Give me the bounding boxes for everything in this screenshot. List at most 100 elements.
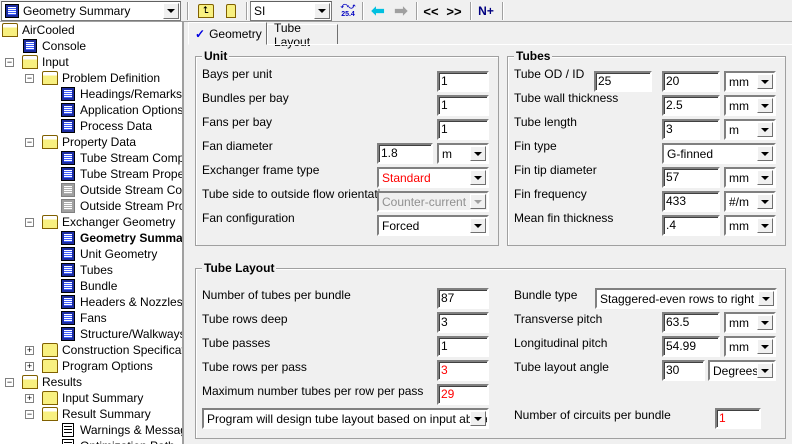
longitudinal-pitch-input[interactable]: 54.99 [662, 336, 720, 357]
fan-configuration-select[interactable]: Forced [377, 215, 489, 236]
frame-type-select[interactable]: Standard [377, 167, 489, 188]
tube-passes-input[interactable]: 1 [437, 336, 489, 357]
tree-item-structure-walkways[interactable]: Structure/Walkways [60, 326, 182, 342]
tree-item-problem-definition[interactable]: Problem Definition [42, 70, 160, 86]
longitudinal-pitch-unit-select[interactable]: mm [724, 336, 776, 357]
chevron-down-icon[interactable] [470, 170, 486, 185]
tubes-per-bundle-input[interactable]: 87 [437, 288, 489, 309]
tree-item-input[interactable]: Input [22, 54, 69, 70]
fin-tip-unit-select[interactable]: mm [724, 167, 776, 188]
previous-button[interactable]: << [421, 1, 441, 21]
chevron-down-icon[interactable] [470, 218, 486, 233]
bundles-per-bay-input[interactable]: 1 [437, 95, 489, 116]
tree-item-application-options[interactable]: Application Options [60, 102, 182, 118]
design-mode-select[interactable]: Program will design tube layout based on… [202, 408, 489, 429]
navigation-combo[interactable]: Geometry Summary [1, 1, 181, 21]
max-tubes-per-row-input[interactable]: 29 [437, 384, 489, 405]
tree-item-warnings-message[interactable]: Warnings & Message [60, 422, 182, 438]
tube-length-unit-select[interactable]: m [724, 119, 776, 140]
collapse-icon[interactable]: − [25, 74, 34, 83]
fan-diameter-unit-select[interactable]: m [437, 143, 489, 164]
fin-frequency-input[interactable]: 433 [662, 191, 720, 212]
chevron-down-icon[interactable] [757, 146, 773, 161]
tube-length-input[interactable]: 3 [662, 119, 720, 140]
chevron-down-icon[interactable] [470, 194, 486, 209]
tree-item-process-data[interactable]: Process Data [60, 118, 152, 134]
layout-angle-unit-select[interactable]: Degrees [708, 360, 776, 381]
chevron-down-icon[interactable] [470, 411, 486, 426]
collapse-icon[interactable]: − [5, 58, 14, 67]
tree-item-headings-remarks[interactable]: Headings/Remarks [60, 86, 182, 102]
chevron-down-icon[interactable] [757, 122, 773, 137]
tree-item-console[interactable]: Console [22, 38, 86, 54]
fin-tip-input[interactable]: 57 [662, 167, 720, 188]
tree-item-tubes[interactable]: Tubes [60, 262, 113, 278]
collapse-icon[interactable]: − [25, 410, 34, 419]
tree-item-fans[interactable]: Fans [60, 310, 107, 326]
chevron-down-icon[interactable] [314, 3, 330, 19]
tree-toggle-button[interactable] [220, 1, 242, 21]
chevron-down-icon[interactable] [470, 146, 486, 161]
transverse-pitch-unit-select[interactable]: mm [724, 312, 776, 333]
fin-type-select[interactable]: G-finned [662, 143, 776, 164]
chevron-down-icon[interactable] [757, 218, 773, 233]
tree-item-headers-nozzles[interactable]: Headers & Nozzles [60, 294, 182, 310]
collapse-icon[interactable]: − [25, 218, 34, 227]
units-combo[interactable]: SI [250, 1, 332, 21]
tube-rows-input[interactable]: 3 [437, 312, 489, 333]
tree-item-optimization-path[interactable]: Optimization Path [60, 438, 175, 444]
tab-geometry[interactable]: ✓ Geometry [188, 22, 267, 45]
chevron-down-icon[interactable] [757, 339, 773, 354]
layout-angle-input[interactable]: 30 [662, 360, 705, 381]
forward-button[interactable]: ➡ [391, 1, 411, 21]
chevron-down-icon[interactable] [163, 3, 179, 19]
tube-wall-unit-select[interactable]: mm [724, 95, 776, 116]
circuits-per-bundle-input[interactable]: 1 [715, 408, 761, 429]
up-folder-button[interactable]: ⮤ [195, 1, 217, 21]
tree-item-geometry-summary[interactable]: Geometry Summary [60, 230, 182, 246]
chevron-down-icon[interactable] [757, 98, 773, 113]
tree-item-tube-stream-compos[interactable]: Tube Stream Compos [60, 150, 182, 166]
chevron-down-icon[interactable] [757, 315, 773, 330]
rows-per-pass-input[interactable]: 3 [437, 360, 489, 381]
chevron-down-icon[interactable] [757, 74, 773, 89]
fin-thickness-unit-select[interactable]: mm [724, 215, 776, 236]
expand-icon[interactable]: + [25, 346, 34, 355]
flow-orientation-select[interactable]: Counter-current [377, 191, 489, 212]
tube-wall-input[interactable]: 2.5 [662, 95, 720, 116]
tube-od-unit-select[interactable]: mm [724, 71, 776, 92]
tree-item-program-options[interactable]: Program Options [42, 358, 153, 374]
transverse-pitch-input[interactable]: 63.5 [662, 312, 720, 333]
navigation-tree[interactable]: AirCooled Console Input − Problem Definition… [0, 22, 184, 444]
collapse-icon[interactable]: − [5, 378, 14, 387]
fin-frequency-unit-select[interactable]: #/m [724, 191, 776, 212]
fin-thickness-input[interactable]: .4 [662, 215, 720, 236]
next-input-button[interactable]: N+ [475, 1, 497, 21]
tree-item-unit-geometry[interactable]: Unit Geometry [60, 246, 157, 262]
expand-icon[interactable]: + [25, 362, 34, 371]
collapse-icon[interactable]: − [25, 138, 34, 147]
tree-item-tube-stream-propert[interactable]: Tube Stream Propert [60, 166, 182, 182]
back-button[interactable]: ⬅ [368, 1, 388, 21]
tree-item-input-summary[interactable]: Input Summary [42, 390, 143, 406]
chevron-down-icon[interactable] [757, 194, 773, 209]
fan-diameter-input[interactable]: 1.8 [377, 143, 433, 164]
chevron-down-icon[interactable] [757, 170, 773, 185]
next-button[interactable]: >> [444, 1, 464, 21]
tree-item-aircooled[interactable]: AirCooled [2, 22, 75, 38]
expand-icon[interactable]: + [25, 394, 34, 403]
tree-item-outside-stream-comp[interactable]: Outside Stream Comp [60, 182, 182, 198]
tube-id-input[interactable]: 20 [662, 71, 720, 92]
tree-item-outside-stream-prope[interactable]: Outside Stream Prope [60, 198, 182, 214]
tree-item-bundle[interactable]: Bundle [60, 278, 117, 294]
bundle-type-select[interactable]: Staggered-even rows to right [595, 288, 777, 309]
chevron-down-icon[interactable] [757, 363, 773, 378]
tree-item-construction-specificatio[interactable]: Construction Specificatio [42, 342, 182, 358]
units-convert-button[interactable]: ⤺⤻ 25.4 [337, 1, 359, 21]
bays-per-unit-input[interactable]: 1 [437, 71, 489, 92]
tree-item-results[interactable]: Results [22, 374, 82, 390]
tube-od-input[interactable]: 25 [594, 71, 652, 92]
tab-tube-layout[interactable]: Tube Layout [267, 21, 338, 49]
tree-item-exchanger-geometry[interactable]: Exchanger Geometry [42, 214, 175, 230]
fans-per-bay-input[interactable]: 1 [437, 119, 489, 140]
